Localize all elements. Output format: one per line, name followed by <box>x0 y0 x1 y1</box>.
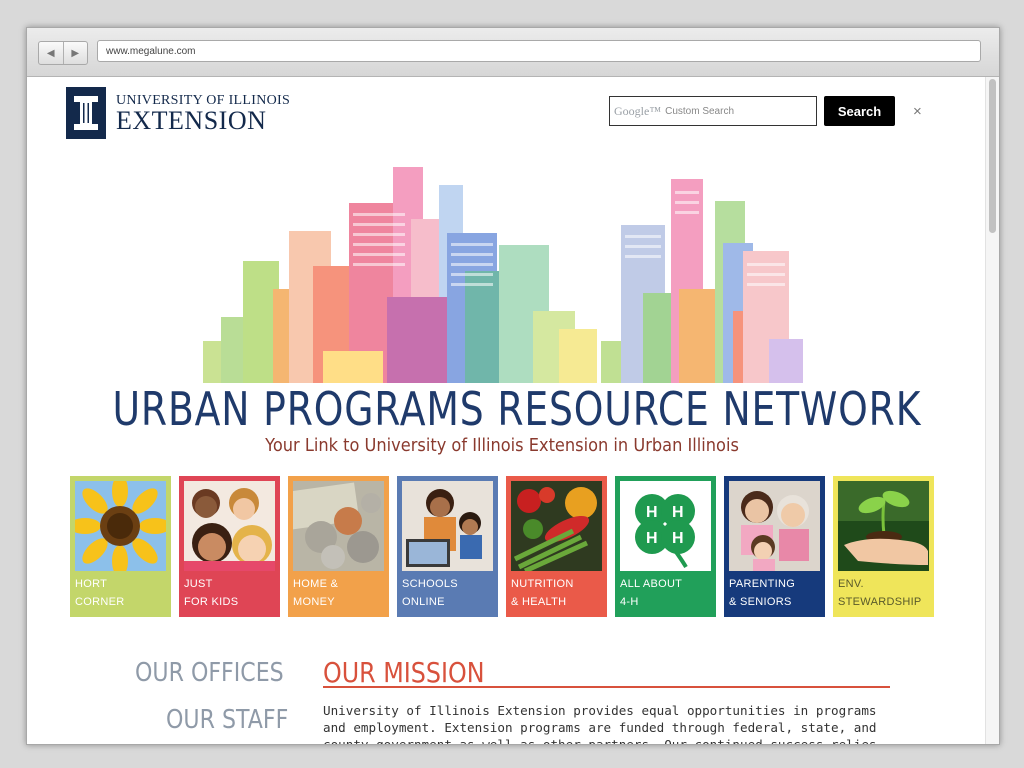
site-logo[interactable]: UNIVERSITY OF ILLINOIS EXTENSION <box>66 87 290 139</box>
kids-image <box>184 481 275 571</box>
sunflower-image <box>75 481 166 571</box>
our-offices-link[interactable]: OUR OFFICES <box>135 658 284 688</box>
svg-text:H: H <box>646 530 658 547</box>
family-image <box>729 481 820 571</box>
close-icon[interactable]: × <box>913 103 922 120</box>
tile-label: ALL ABOUT 4-H <box>620 578 683 608</box>
tile-label: ENV. STEWARDSHIP <box>838 578 922 608</box>
tile-env-stewardship[interactable]: ENV. STEWARDSHIP <box>833 476 934 617</box>
page-title: URBAN PROGRAMS RESOURCE NETWORK <box>112 382 922 436</box>
mission-heading: OUR MISSION <box>323 656 485 689</box>
tile-label: JUST FOR KIDS <box>184 578 239 608</box>
address-bar[interactable]: www.megalune.com <box>97 40 981 62</box>
svg-text:H: H <box>672 530 684 547</box>
vertical-scrollbar[interactable] <box>985 77 999 744</box>
tile-label: HOME & MONEY <box>293 578 339 608</box>
nav-buttons: ◀ ▶ <box>38 41 88 65</box>
search-placeholder: Custom Search <box>665 105 735 117</box>
illinois-i-icon <box>66 87 106 139</box>
seedling-image <box>838 481 929 571</box>
tile-parenting-seniors[interactable]: PARENTING & SENIORS <box>724 476 825 617</box>
browser-window: ◀ ▶ www.megalune.com UNIVERSITY OF ILLIN… <box>26 27 1000 745</box>
tile-nutrition-health[interactable]: NUTRITION & HEALTH <box>506 476 607 617</box>
google-label: Google™ <box>614 103 662 118</box>
money-image <box>293 481 384 571</box>
forward-button[interactable]: ▶ <box>62 42 88 64</box>
svg-text:H: H <box>646 504 658 521</box>
tile-label: SCHOOLS ONLINE <box>402 578 458 608</box>
tile-label: HORT CORNER <box>75 578 125 608</box>
tile-label: NUTRITION & HEALTH <box>511 578 574 608</box>
search-button[interactable]: Search <box>824 96 895 126</box>
mission-divider <box>323 686 890 688</box>
tile-label: PARENTING & SENIORS <box>729 578 796 608</box>
logo-line2: EXTENSION <box>116 106 267 135</box>
svg-text:H: H <box>672 504 684 521</box>
tile-just-for-kids[interactable]: JUST FOR KIDS <box>179 476 280 617</box>
search-input[interactable]: Google™ Custom Search <box>609 96 817 126</box>
browser-toolbar: ◀ ▶ www.megalune.com <box>27 28 999 77</box>
city-skyline-illustration <box>203 167 803 383</box>
forward-arrow-icon: ▶ <box>71 47 80 59</box>
clover-image: HH HH <box>620 481 711 571</box>
back-button[interactable]: ◀ <box>39 42 63 64</box>
tile-schools-online[interactable]: SCHOOLS ONLINE <box>397 476 498 617</box>
mission-text: University of Illinois Extension provide… <box>323 703 877 744</box>
tile-all-about-4h[interactable]: HH HH ALL ABOUT 4-H <box>615 476 716 617</box>
tile-home-money[interactable]: HOME & MONEY <box>288 476 389 617</box>
vegetables-image <box>511 481 602 571</box>
laptop-image <box>402 481 493 571</box>
page-subtitle: Your Link to University of Illinois Exte… <box>265 435 739 456</box>
logo-text: UNIVERSITY OF ILLINOIS EXTENSION <box>116 93 290 135</box>
tile-hort-corner[interactable]: HORT CORNER <box>70 476 171 617</box>
back-arrow-icon: ◀ <box>46 47 55 59</box>
web-page: UNIVERSITY OF ILLINOIS EXTENSION Google™… <box>27 77 985 744</box>
scrollbar-thumb[interactable] <box>989 79 996 233</box>
our-staff-link[interactable]: OUR STAFF <box>166 705 288 735</box>
